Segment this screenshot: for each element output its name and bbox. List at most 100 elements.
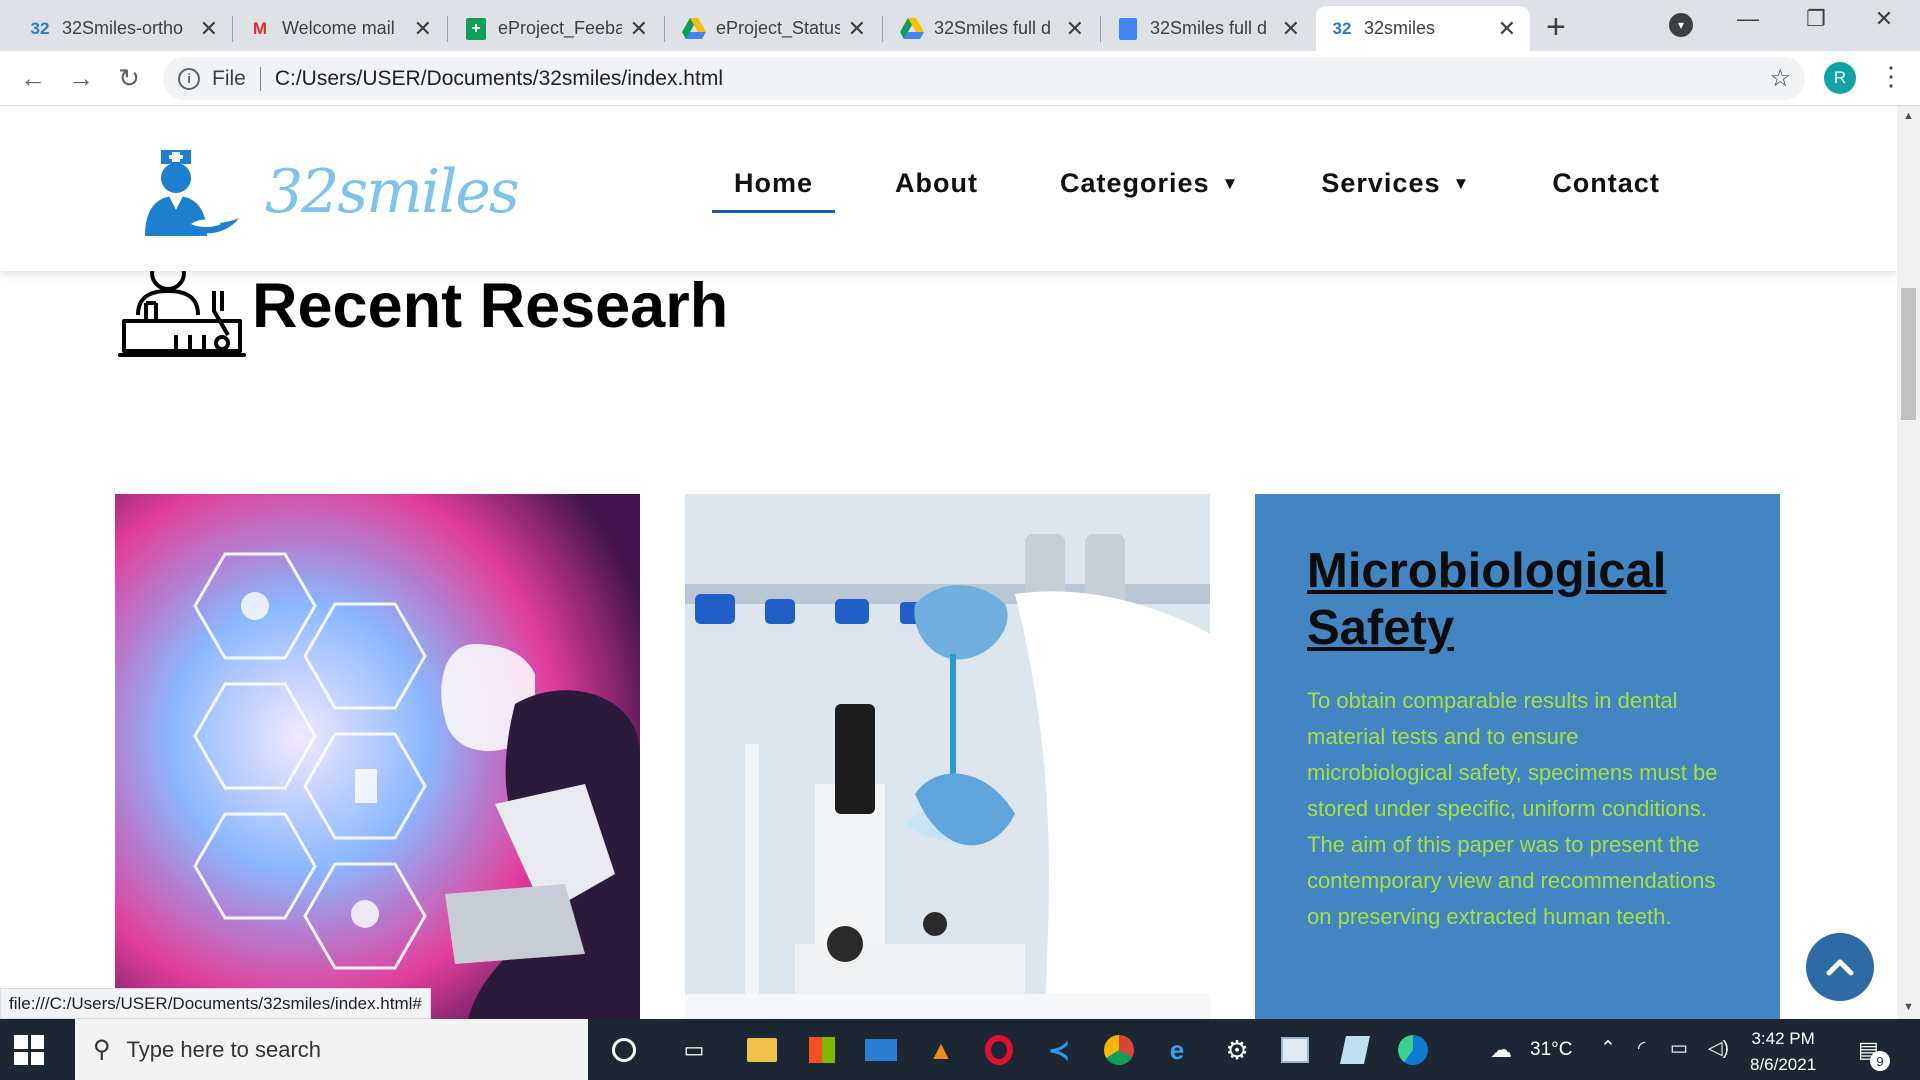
scroll-up-arrow-icon[interactable]: ▲: [1903, 110, 1914, 122]
profile-avatar[interactable]: R: [1824, 62, 1856, 94]
paint-icon[interactable]: [1278, 1033, 1312, 1067]
task-view-icon[interactable]: ▭: [677, 1033, 711, 1067]
nav-home[interactable]: Home: [712, 168, 836, 213]
url-divider: [259, 66, 261, 91]
volume-icon[interactable]: ◁): [1708, 1037, 1729, 1060]
nav-categories[interactable]: Categories ▼: [1038, 168, 1261, 199]
nav-contact[interactable]: Contact: [1530, 168, 1682, 199]
research-card-microbiological-safety: Microbiological Safety To obtain compara…: [1255, 494, 1780, 1019]
tab-divider: [447, 16, 448, 42]
page-scrollbar[interactable]: ▲ ▼: [1897, 106, 1920, 1019]
caret-down-icon: ▼: [1221, 173, 1240, 193]
research-card-image-2: [685, 494, 1210, 1019]
tab-search-button[interactable]: ▾: [1669, 13, 1693, 37]
browser-menu-icon[interactable]: ⋮: [1878, 61, 1904, 92]
weather-temperature[interactable]: 31°C: [1530, 1039, 1572, 1061]
chrome-icon[interactable]: [1102, 1033, 1136, 1067]
address-bar[interactable]: i File C:/Users/USER/Documents/32smiles/…: [163, 57, 1805, 100]
taskbar-search[interactable]: ⚲ Type here to search: [75, 1019, 588, 1080]
chevron-up-icon: [1826, 959, 1854, 976]
close-icon[interactable]: ✕: [200, 16, 218, 42]
browser-tab[interactable]: 32 32Smiles-ortho ✕: [14, 6, 232, 51]
clock-time: 3:42 PM: [1751, 1029, 1815, 1048]
tab-divider: [664, 16, 665, 42]
cloud-weather-icon[interactable]: ☁: [1484, 1033, 1518, 1067]
page-viewport: 32smiles Home About Categories ▼ Services…: [0, 106, 1897, 1019]
tab-divider: [1100, 16, 1101, 42]
close-icon[interactable]: ✕: [1282, 16, 1300, 42]
notepad-icon[interactable]: [1338, 1033, 1372, 1067]
windows-taskbar: ⚲ Type here to search ▭ ▲ ≺ e ⚙ ☁ 31°C ⌃…: [0, 1019, 1920, 1080]
back-button[interactable]: ←: [16, 63, 50, 94]
lab-technology-image: [115, 494, 640, 1019]
vscode-icon[interactable]: ≺: [1042, 1033, 1076, 1067]
tab-divider: [882, 16, 883, 42]
browser-tab[interactable]: M Welcome mail ✕: [234, 6, 446, 51]
close-icon[interactable]: ✕: [630, 16, 648, 42]
drive-icon: [900, 17, 924, 41]
close-window-button[interactable]: ✕: [1864, 6, 1904, 32]
reload-button[interactable]: ↻: [112, 63, 146, 94]
battery-icon[interactable]: ▭: [1670, 1037, 1688, 1060]
docs-icon: [1116, 17, 1140, 41]
info-icon[interactable]: i: [178, 67, 200, 90]
url-scheme: File: [212, 66, 246, 90]
browser-tab-strip: 32 32Smiles-ortho ✕ M Welcome mail ✕ + e…: [0, 0, 1920, 51]
close-icon[interactable]: ✕: [414, 16, 432, 42]
site-header: 32smiles Home About Categories ▼ Services…: [0, 106, 1897, 271]
vlc-icon[interactable]: ▲: [924, 1033, 958, 1067]
card-title-link[interactable]: Microbiological Safety: [1307, 543, 1728, 657]
close-icon[interactable]: ✕: [1498, 16, 1516, 42]
main-nav: Home About Categories ▼ Services ▼ Contact: [712, 168, 1742, 213]
clock-date: 8/6/2021: [1750, 1055, 1817, 1074]
close-icon[interactable]: ✕: [1066, 16, 1084, 42]
close-icon[interactable]: ✕: [848, 16, 866, 42]
browser-tab[interactable]: eProject_Status ✕: [668, 6, 880, 51]
file-explorer-icon[interactable]: [745, 1033, 779, 1067]
wifi-icon[interactable]: ◜: [1638, 1037, 1645, 1060]
browser-tab[interactable]: + eProject_Feeba ✕: [450, 6, 662, 51]
url-text[interactable]: C:/Users/USER/Documents/32smiles/index.h…: [275, 67, 723, 91]
section-title: Recent Researh: [252, 271, 729, 341]
minimize-button[interactable]: —: [1728, 6, 1768, 32]
32-logo-icon: 32: [1332, 18, 1352, 38]
site-logo[interactable]: 32smiles: [131, 144, 520, 240]
research-card-image-1: [115, 494, 640, 1019]
settings-gear-icon[interactable]: ⚙: [1220, 1033, 1254, 1067]
store-icon[interactable]: [805, 1033, 839, 1067]
search-icon: ⚲: [93, 1036, 111, 1063]
browser-tab-active[interactable]: 32 32smiles ✕: [1316, 6, 1530, 51]
mail-icon[interactable]: [864, 1033, 898, 1067]
browser-tab[interactable]: 32Smiles full d ✕: [886, 6, 1098, 51]
dentist-logo-icon: [145, 150, 239, 236]
new-tab-button[interactable]: +: [1546, 8, 1566, 47]
cortana-icon[interactable]: [607, 1033, 641, 1067]
scroll-down-arrow-icon[interactable]: ▼: [1903, 1001, 1914, 1013]
browser-tab[interactable]: 32Smiles full d ✕: [1102, 6, 1314, 51]
sheets-icon: +: [464, 17, 488, 41]
taskbar-clock[interactable]: 3:42 PM 8/6/2021: [1750, 1026, 1816, 1078]
card-description: To obtain comparable results in dental m…: [1307, 688, 1718, 929]
restore-button[interactable]: ❐: [1796, 6, 1836, 32]
drive-icon: [682, 17, 706, 41]
windows-start-button[interactable]: [14, 1035, 44, 1065]
microscope-lab-image: [685, 494, 1210, 1019]
internet-explorer-icon[interactable]: e: [1160, 1033, 1194, 1067]
scrollbar-thumb[interactable]: [1901, 288, 1916, 420]
scroll-to-top-button[interactable]: [1806, 933, 1874, 1001]
caret-down-icon: ▼: [1452, 173, 1471, 193]
tab-divider: [232, 16, 233, 42]
tray-chevron-up-icon[interactable]: ⌃: [1600, 1037, 1616, 1060]
32-logo-icon: 32: [30, 18, 50, 38]
edge-icon[interactable]: [1396, 1033, 1430, 1067]
browser-toolbar: ← → ↻ i File C:/Users/USER/Documents/32s…: [0, 51, 1920, 106]
gmail-icon: M: [252, 18, 268, 38]
forward-button[interactable]: →: [64, 63, 98, 94]
opera-icon[interactable]: [982, 1033, 1016, 1067]
bookmark-star-icon[interactable]: ☆: [1769, 64, 1791, 93]
taskbar-search-placeholder: Type here to search: [126, 1036, 322, 1062]
nav-about[interactable]: About: [873, 168, 1000, 199]
nav-services[interactable]: Services ▼: [1299, 168, 1492, 199]
logo-text: 32smiles: [265, 157, 520, 227]
notification-count-badge: 9: [1870, 1051, 1890, 1071]
